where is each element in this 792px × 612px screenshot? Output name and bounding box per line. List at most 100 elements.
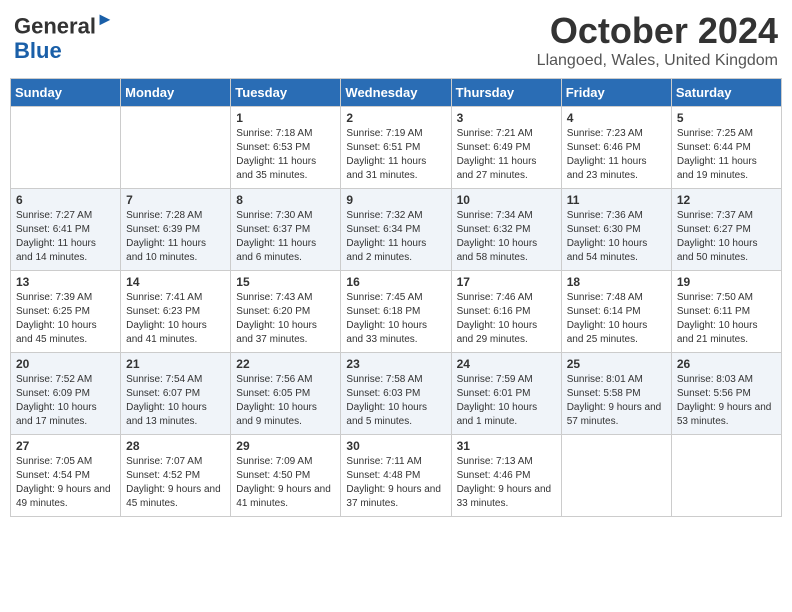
logo-text: General► — [14, 10, 114, 39]
calendar-cell: 10 Sunrise: 7:34 AMSunset: 6:32 PMDayligh… — [451, 189, 561, 271]
calendar-cell — [121, 107, 231, 189]
day-info: Sunrise: 7:56 AMSunset: 6:05 PMDaylight:… — [236, 373, 335, 429]
calendar-cell — [561, 435, 671, 517]
day-number: 11 — [567, 193, 666, 207]
calendar-table: SundayMondayTuesdayWednesdayThursdayFrid… — [10, 78, 782, 517]
calendar-day-header: Saturday — [671, 79, 781, 107]
day-number: 23 — [346, 357, 445, 371]
calendar-cell: 14Sunrise: 7:41 AMSunset: 6:23 PMDayligh… — [121, 271, 231, 353]
calendar-day-header: Wednesday — [341, 79, 451, 107]
calendar-header-row: SundayMondayTuesdayWednesdayThursdayFrid… — [11, 79, 782, 107]
day-number: 24 — [457, 357, 556, 371]
calendar-cell: 15 Sunrise: 7:43 AMSunset: 6:20 PMDayligh… — [231, 271, 341, 353]
calendar-cell: 13 Sunrise: 7:39 AMSunset: 6:25 PMDayligh… — [11, 271, 121, 353]
calendar-cell: 28 Sunrise: 7:07 AMSunset: 4:52 PMDayligh… — [121, 435, 231, 517]
day-number: 31 — [457, 439, 556, 453]
calendar-day-header: Monday — [121, 79, 231, 107]
calendar-week-row: 1 Sunrise: 7:18 AMSunset: 6:53 PMDaylight… — [11, 107, 782, 189]
day-info: Sunrise: 7:43 AMSunset: 6:20 PMDaylight:… — [236, 291, 335, 347]
calendar-cell: 18 Sunrise: 7:48 AMSunset: 6:14 PMDayligh… — [561, 271, 671, 353]
day-info: Sunrise: 7:50 AMSunset: 6:11 PMDaylight:… — [677, 291, 776, 347]
day-info: Sunrise: 7:09 AMSunset: 4:50 PMDaylight:… — [236, 455, 335, 511]
calendar-cell: 17 Sunrise: 7:46 AMSunset: 6:16 PMDayligh… — [451, 271, 561, 353]
day-info: Sunrise: 7:39 AMSunset: 6:25 PMDaylight:… — [16, 291, 115, 347]
day-info: Sunrise: 7:32 AMSunset: 6:34 PMDaylight:… — [346, 209, 445, 265]
day-info: Sunrise: 7:34 AMSunset: 6:32 PMDaylight:… — [457, 209, 556, 265]
day-number: 8 — [236, 193, 335, 207]
day-info: Sunrise: 7:13 AMSunset: 4:46 PMDaylight:… — [457, 455, 556, 511]
day-info: Sunrise: 7:36 AMSunset: 6:30 PMDaylight:… — [567, 209, 666, 265]
calendar-week-row: 27 Sunrise: 7:05 AMSunset: 4:54 PMDayligh… — [11, 435, 782, 517]
calendar-cell: 29 Sunrise: 7:09 AMSunset: 4:50 PMDayligh… — [231, 435, 341, 517]
calendar-cell: 25 Sunrise: 8:01 AMSunset: 5:58 PMDayligh… — [561, 353, 671, 435]
calendar-cell — [671, 435, 781, 517]
day-number: 3 — [457, 111, 556, 125]
day-info: Sunrise: 7:11 AMSunset: 4:48 PMDaylight:… — [346, 455, 445, 511]
day-info: Sunrise: 7:05 AMSunset: 4:54 PMDaylight:… — [16, 455, 115, 511]
calendar-day-header: Tuesday — [231, 79, 341, 107]
logo-text-blue: Blue — [14, 39, 114, 63]
calendar-cell: 2 Sunrise: 7:19 AMSunset: 6:51 PMDaylight… — [341, 107, 451, 189]
day-info: Sunrise: 7:18 AMSunset: 6:53 PMDaylight:… — [236, 127, 335, 183]
title-block: October 2024 Llangoed, Wales, United Kin… — [537, 10, 778, 70]
day-number: 4 — [567, 111, 666, 125]
location: Llangoed, Wales, United Kingdom — [537, 52, 778, 70]
calendar-cell: 5Sunrise: 7:25 AMSunset: 6:44 PMDaylight… — [671, 107, 781, 189]
calendar-cell: 16Sunrise: 7:45 AMSunset: 6:18 PMDayligh… — [341, 271, 451, 353]
day-info: Sunrise: 7:27 AMSunset: 6:41 PMDaylight:… — [16, 209, 115, 265]
day-number: 5 — [677, 111, 776, 125]
day-number: 20 — [16, 357, 115, 371]
day-number: 10 — [457, 193, 556, 207]
calendar-cell: 22 Sunrise: 7:56 AMSunset: 6:05 PMDayligh… — [231, 353, 341, 435]
day-info: Sunrise: 7:30 AMSunset: 6:37 PMDaylight:… — [236, 209, 335, 265]
day-number: 17 — [457, 275, 556, 289]
calendar-cell: 12Sunrise: 7:37 AMSunset: 6:27 PMDayligh… — [671, 189, 781, 271]
calendar-cell: 3 Sunrise: 7:21 AMSunset: 6:49 PMDaylight… — [451, 107, 561, 189]
day-info: Sunrise: 8:03 AMSunset: 5:56 PMDaylight:… — [677, 373, 776, 429]
day-number: 19 — [677, 275, 776, 289]
day-number: 22 — [236, 357, 335, 371]
day-info: Sunrise: 7:19 AMSunset: 6:51 PMDaylight:… — [346, 127, 445, 183]
day-info: Sunrise: 7:21 AMSunset: 6:49 PMDaylight:… — [457, 127, 556, 183]
logo: General► Blue — [14, 10, 114, 63]
day-number: 28 — [126, 439, 225, 453]
day-number: 1 — [236, 111, 335, 125]
day-number: 21 — [126, 357, 225, 371]
calendar-cell: 24 Sunrise: 7:59 AMSunset: 6:01 PMDayligh… — [451, 353, 561, 435]
calendar-cell: 9 Sunrise: 7:32 AMSunset: 6:34 PMDaylight… — [341, 189, 451, 271]
day-info: Sunrise: 7:48 AMSunset: 6:14 PMDaylight:… — [567, 291, 666, 347]
day-number: 13 — [16, 275, 115, 289]
calendar-cell: 7Sunrise: 7:28 AMSunset: 6:39 PMDaylight… — [121, 189, 231, 271]
day-number: 30 — [346, 439, 445, 453]
calendar-day-header: Sunday — [11, 79, 121, 107]
day-info: Sunrise: 7:58 AMSunset: 6:03 PMDaylight:… — [346, 373, 445, 429]
day-number: 26 — [677, 357, 776, 371]
day-info: Sunrise: 7:28 AMSunset: 6:39 PMDaylight:… — [126, 209, 225, 265]
day-number: 9 — [346, 193, 445, 207]
day-number: 15 — [236, 275, 335, 289]
day-info: Sunrise: 7:59 AMSunset: 6:01 PMDaylight:… — [457, 373, 556, 429]
day-number: 29 — [236, 439, 335, 453]
month-title: October 2024 — [537, 10, 778, 52]
calendar-week-row: 6Sunrise: 7:27 AMSunset: 6:41 PMDaylight… — [11, 189, 782, 271]
day-info: Sunrise: 7:54 AMSunset: 6:07 PMDaylight:… — [126, 373, 225, 429]
day-info: Sunrise: 7:07 AMSunset: 4:52 PMDaylight:… — [126, 455, 225, 511]
day-info: Sunrise: 7:23 AMSunset: 6:46 PMDaylight:… — [567, 127, 666, 183]
calendar-cell: 4 Sunrise: 7:23 AMSunset: 6:46 PMDaylight… — [561, 107, 671, 189]
page-header: General► Blue October 2024 Llangoed, Wal… — [10, 10, 782, 70]
calendar-cell: 27 Sunrise: 7:05 AMSunset: 4:54 PMDayligh… — [11, 435, 121, 517]
calendar-cell: 31 Sunrise: 7:13 AMSunset: 4:46 PMDayligh… — [451, 435, 561, 517]
day-info: Sunrise: 8:01 AMSunset: 5:58 PMDaylight:… — [567, 373, 666, 429]
day-number: 2 — [346, 111, 445, 125]
calendar-cell: 11 Sunrise: 7:36 AMSunset: 6:30 PMDayligh… — [561, 189, 671, 271]
calendar-cell: 23 Sunrise: 7:58 AMSunset: 6:03 PMDayligh… — [341, 353, 451, 435]
day-info: Sunrise: 7:46 AMSunset: 6:16 PMDaylight:… — [457, 291, 556, 347]
day-number: 27 — [16, 439, 115, 453]
day-number: 18 — [567, 275, 666, 289]
calendar-week-row: 13 Sunrise: 7:39 AMSunset: 6:25 PMDayligh… — [11, 271, 782, 353]
calendar-cell: 30 Sunrise: 7:11 AMSunset: 4:48 PMDayligh… — [341, 435, 451, 517]
calendar-cell: 20Sunrise: 7:52 AMSunset: 6:09 PMDayligh… — [11, 353, 121, 435]
day-number: 16 — [346, 275, 445, 289]
day-number: 25 — [567, 357, 666, 371]
calendar-day-header: Thursday — [451, 79, 561, 107]
